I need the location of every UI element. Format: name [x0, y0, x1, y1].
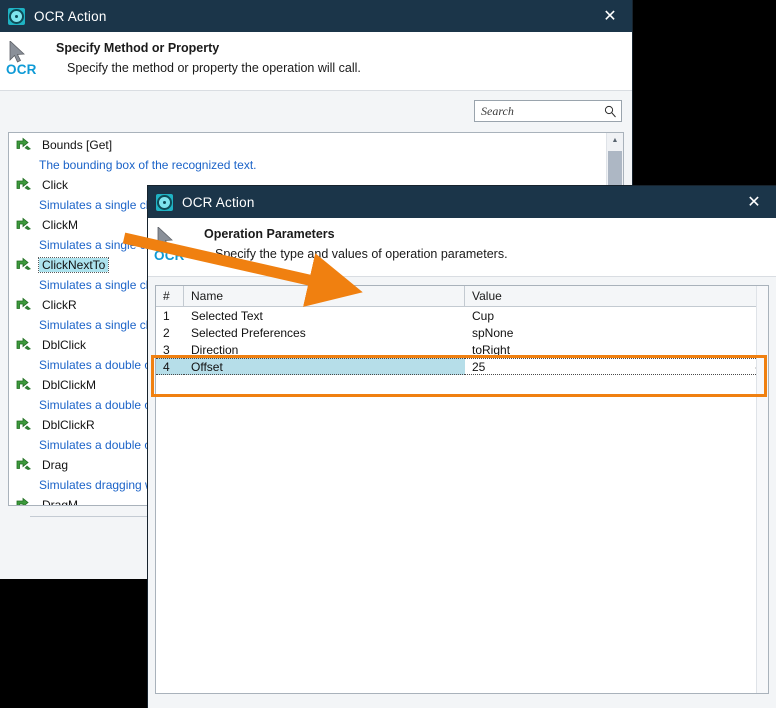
method-icon	[15, 177, 35, 193]
parameter-row[interactable]: 4Offset25⋯	[156, 358, 768, 375]
parameter-value-text: toRight	[472, 342, 511, 357]
parameter-value[interactable]: spNone	[465, 324, 768, 341]
parameter-value[interactable]: 25⋯	[465, 358, 768, 375]
parameters-grid-body[interactable]: 1 Selected Text Cup 2 Selected Preferences sp…	[156, 307, 768, 375]
dialog1-titlebar: OCR Action ✕	[0, 0, 632, 32]
dialog2-title: OCR Action	[182, 194, 255, 210]
column-header-number[interactable]: #	[156, 286, 184, 306]
search-row: Search	[0, 91, 632, 131]
method-icon	[15, 497, 35, 505]
parameters-grid[interactable]: # Name Value 1 Selected Text Cup 2 Selected …	[155, 285, 769, 694]
parameter-name[interactable]: Offset	[184, 358, 465, 375]
dialog2-heading: Operation Parameters	[204, 227, 335, 241]
parameter-row[interactable]: 3 Direction toRight	[156, 341, 768, 358]
search-input[interactable]: Search	[474, 100, 622, 122]
method-name: Drag	[42, 458, 69, 472]
parameters-grid-scrollbar[interactable]	[756, 286, 768, 693]
method-icon	[15, 257, 35, 273]
dialog2-subheading: Specify the type and values of operation…	[215, 247, 508, 261]
method-icon	[15, 137, 35, 153]
parameter-value[interactable]: toRight	[465, 341, 768, 358]
parameter-value-text: Cup	[472, 308, 495, 323]
method-list-item[interactable]: Bounds [Get]	[9, 135, 606, 155]
parameter-name[interactable]: Direction	[184, 341, 465, 358]
method-icon	[15, 377, 35, 393]
search-placeholder: Search	[481, 103, 514, 118]
method-name: Bounds [Get]	[42, 138, 113, 152]
method-icon	[15, 337, 35, 353]
parameter-row[interactable]: 2 Selected Preferences spNone	[156, 324, 768, 341]
parameter-index: 1	[163, 308, 170, 323]
parameters-grid-header: # Name Value	[156, 286, 768, 307]
cursor-arrow-icon	[9, 41, 25, 63]
parameter-index: 2	[163, 325, 170, 340]
method-name: DblClickR	[42, 418, 95, 432]
parameter-row[interactable]: 1 Selected Text Cup	[156, 307, 768, 324]
parameter-value-text: spNone	[472, 325, 514, 340]
dialog1-title: OCR Action	[34, 8, 107, 24]
parameter-index: 3	[163, 342, 170, 357]
close-icon[interactable]: ✕	[732, 186, 776, 218]
method-icon	[15, 297, 35, 313]
ocr-label: OCR	[154, 248, 185, 263]
close-icon[interactable]: ✕	[588, 0, 632, 32]
dialog2-body: # Name Value 1 Selected Text Cup 2 Selected …	[148, 277, 776, 708]
method-icon	[15, 457, 35, 473]
dialog2-titlebar: OCR Action ✕	[148, 186, 776, 218]
dialog2-banner: OCR Operation Parameters Specify the typ…	[148, 218, 776, 277]
method-name: DblClickM	[42, 378, 96, 392]
method-name: DblClick	[42, 338, 87, 352]
dialog1-subheading: Specify the method or property the opera…	[67, 61, 361, 75]
ocr-badge-icon	[8, 7, 25, 25]
method-name: ClickM	[42, 218, 78, 232]
parameter-name[interactable]: Selected Preferences	[184, 324, 465, 341]
desktop-background: OCR Action ✕ OCR Specify Method or Prope…	[0, 0, 776, 708]
ocr-cursor-icon: OCR	[0, 40, 56, 82]
method-name: Click	[42, 178, 68, 192]
parameter-name[interactable]: Selected Text	[184, 307, 465, 324]
column-header-name[interactable]: Name	[184, 286, 465, 306]
scroll-up-icon[interactable]: ▲	[607, 137, 623, 145]
column-header-value[interactable]: Value	[465, 286, 768, 306]
method-icon	[15, 417, 35, 433]
dialog1-banner: OCR Specify Method or Property Specify t…	[0, 32, 632, 91]
cursor-arrow-icon	[157, 227, 173, 249]
ocr-badge-icon	[156, 193, 173, 211]
method-description[interactable]: The bounding box of the recognized text.	[9, 155, 606, 175]
method-name: ClickR	[42, 298, 77, 312]
ocr-action-parameters-dialog: OCR Action ✕ OCR Operation Parameters Sp…	[148, 186, 776, 708]
ocr-label: OCR	[6, 62, 37, 77]
method-name: DragM	[42, 498, 79, 505]
search-icon	[604, 105, 617, 118]
ocr-cursor-icon: OCR	[148, 226, 204, 268]
parameter-value[interactable]: Cup	[465, 307, 768, 324]
parameter-index: 4	[156, 358, 184, 375]
parameter-value-text: 25	[472, 359, 486, 374]
dialog1-heading: Specify Method or Property	[56, 41, 220, 55]
method-icon	[15, 217, 35, 233]
method-name: ClickNextTo	[37, 257, 110, 273]
